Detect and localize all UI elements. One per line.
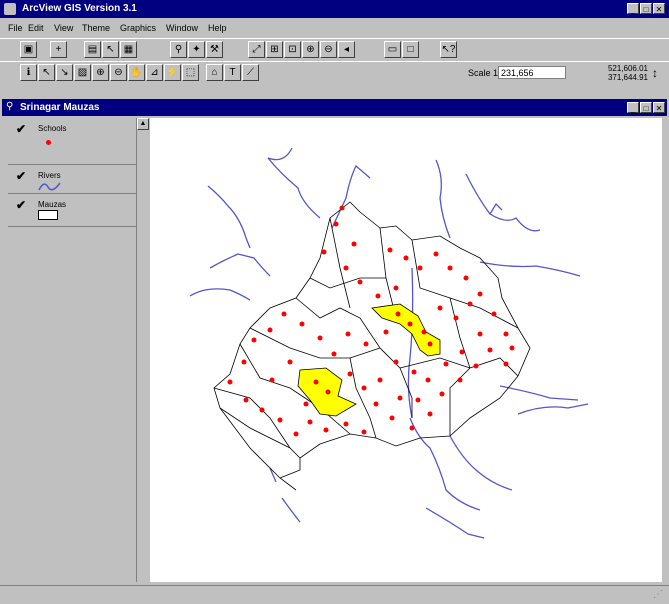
view-maximize-button[interactable]: □ xyxy=(640,102,652,113)
label-icon[interactable]: ⌂ xyxy=(206,64,223,81)
zoom-out-fixed-icon[interactable]: ⊖ xyxy=(320,41,337,58)
pointer-icon[interactable]: ↖ xyxy=(38,64,55,81)
theme-mauzas[interactable]: ✔ Mauzas xyxy=(8,194,136,227)
minimize-button[interactable]: _ xyxy=(627,3,639,14)
locate-address-icon[interactable]: ✦ xyxy=(188,41,205,58)
hot-link-icon[interactable]: ⚡ xyxy=(164,64,181,81)
menu-bar: File Edit View Theme Graphics Window Hel… xyxy=(0,19,669,37)
maximize-button[interactable]: □ xyxy=(640,3,652,14)
coord-arrows-icon: ↕ xyxy=(652,66,658,80)
coord-x: 521,606.01 xyxy=(607,64,648,73)
menu-graphics[interactable]: Graphics xyxy=(120,23,156,33)
scale-label: Scale 1: xyxy=(468,68,501,78)
add-theme-icon[interactable]: + xyxy=(50,41,67,58)
text-tool-icon[interactable]: T xyxy=(224,64,241,81)
area-of-interest-icon[interactable]: ⬚ xyxy=(182,64,199,81)
zoom-out-icon[interactable]: ⊖ xyxy=(110,64,127,81)
coord-y: 371,644.91 xyxy=(607,73,648,82)
schools-layer xyxy=(227,205,515,437)
zoom-previous-icon[interactable]: ◂ xyxy=(338,41,355,58)
zoom-full-extent-icon[interactable]: ⤢ xyxy=(248,41,265,58)
help-icon[interactable]: ↖? xyxy=(440,41,457,58)
vertex-edit-icon[interactable]: ↘ xyxy=(56,64,73,81)
measure-icon[interactable]: ⊿ xyxy=(146,64,163,81)
menu-help[interactable]: Help xyxy=(208,23,227,33)
polygon-fill-symbol-icon xyxy=(38,210,58,220)
draw-line-icon[interactable]: ⟋ xyxy=(242,64,259,81)
zoom-in-icon[interactable]: ⊕ xyxy=(92,64,109,81)
scale-input[interactable] xyxy=(498,66,566,79)
arcview-app-icon xyxy=(4,3,16,15)
find-binoculars-icon[interactable]: ⚲ xyxy=(170,41,187,58)
theme-name: Mauzas xyxy=(38,200,67,209)
theme-name: Schools xyxy=(38,124,67,133)
tool-bar: ℹ ↖ ↘ ▨ ⊕ ⊖ ✋ ⊿ ⚡ ⬚ ⌂ T ⟋ Scale 1: 521,6… xyxy=(0,61,669,90)
rivers-layer xyxy=(189,147,589,539)
theme-rivers[interactable]: ✔ Rivers xyxy=(8,165,136,194)
save-project-icon[interactable]: ▣ xyxy=(20,41,37,58)
menu-window[interactable]: Window xyxy=(166,23,198,33)
table-of-contents: ✔ Schools ✔ Rivers ✔ Mauzas ▲ xyxy=(8,118,149,582)
view-window-icon: ⚲ xyxy=(6,101,14,112)
menu-file[interactable]: File xyxy=(8,23,23,33)
view-minimize-button[interactable]: _ xyxy=(627,102,639,113)
menu-theme[interactable]: Theme xyxy=(82,23,110,33)
status-bar: ⋰ xyxy=(0,585,669,604)
open-theme-table-icon[interactable]: ▦ xyxy=(120,41,137,58)
river-line-symbol-icon xyxy=(38,182,61,191)
select-feature-icon[interactable]: ▨ xyxy=(74,64,91,81)
edit-legend-icon[interactable]: ↖ xyxy=(102,41,119,58)
scroll-up-icon[interactable]: ▲ xyxy=(137,118,149,130)
menu-view[interactable]: View xyxy=(54,23,73,33)
app-title-bar: ArcView GIS Version 3.1 _ □ ✕ xyxy=(0,0,669,18)
theme-visible-check-icon[interactable]: ✔ xyxy=(16,169,26,183)
theme-visible-check-icon[interactable]: ✔ xyxy=(16,198,26,212)
app-title: ArcView GIS Version 3.1 xyxy=(22,3,137,14)
map-canvas xyxy=(189,147,589,539)
view-window-title-bar: ⚲ Srinagar Mauzas _ □ ✕ xyxy=(2,99,667,116)
query-builder-icon[interactable]: ⚒ xyxy=(206,41,223,58)
pan-hand-icon[interactable]: ✋ xyxy=(128,64,145,81)
theme-schools[interactable]: ✔ Schools xyxy=(8,118,136,165)
toc-scrollbar[interactable]: ▲ xyxy=(136,118,149,582)
identify-icon[interactable]: ℹ xyxy=(20,64,37,81)
view-window-title: Srinagar Mauzas xyxy=(20,102,100,113)
theme-visible-check-icon[interactable]: ✔ xyxy=(16,122,26,136)
clear-selection-icon[interactable]: □ xyxy=(402,41,419,58)
cursor-coordinates: 521,606.01 371,644.91 xyxy=(596,64,648,82)
zoom-in-fixed-icon[interactable]: ⊕ xyxy=(302,41,319,58)
resize-grip-icon[interactable]: ⋰ xyxy=(653,589,663,600)
view-close-button[interactable]: ✕ xyxy=(653,102,665,113)
theme-name: Rivers xyxy=(38,171,61,180)
zoom-selected-icon[interactable]: ⊡ xyxy=(284,41,301,58)
mauzas-layer xyxy=(213,201,531,491)
menu-edit[interactable]: Edit xyxy=(28,23,44,33)
zoom-active-themes-icon[interactable]: ⊞ xyxy=(266,41,283,58)
map-view[interactable] xyxy=(150,118,662,582)
theme-properties-icon[interactable]: ▤ xyxy=(84,41,101,58)
school-point-symbol-icon xyxy=(46,140,51,145)
close-button[interactable]: ✕ xyxy=(653,3,665,14)
select-by-theme-icon[interactable]: ▭ xyxy=(384,41,401,58)
button-bar: ▣ + ▤ ↖ ▦ ⚲ ✦ ⚒ ⤢ ⊞ ⊡ ⊕ ⊖ ◂ ▭ □ ↖? xyxy=(0,38,669,61)
